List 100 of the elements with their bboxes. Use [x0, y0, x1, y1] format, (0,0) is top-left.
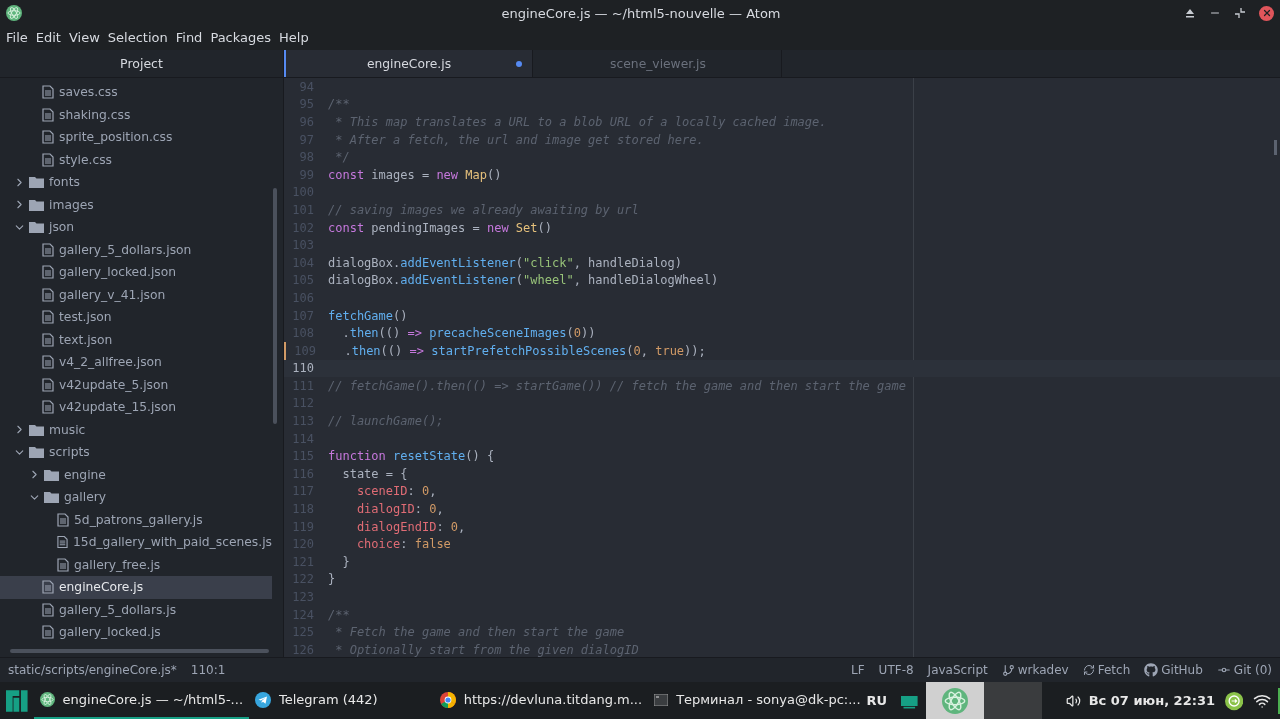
start-menu-logo-icon[interactable] — [6, 687, 28, 714]
atom-logo-icon — [6, 5, 22, 21]
file-name: gallery_5_dollars.json — [59, 242, 192, 257]
code-line: sceneID: 0, — [355, 484, 437, 499]
file-row[interactable]: test.json — [0, 306, 272, 329]
file-row[interactable]: saves.css — [0, 81, 272, 104]
menu-item[interactable]: File — [2, 29, 32, 47]
folder-name: scripts — [49, 445, 90, 460]
folder-icon — [29, 221, 44, 234]
file-icon — [42, 580, 54, 595]
file-name: test.json — [59, 310, 112, 325]
scrollbar-thumb[interactable] — [10, 649, 269, 653]
folder-name: music — [49, 422, 86, 437]
git-link[interactable]: Git (0) — [1233, 663, 1272, 677]
file-icon — [42, 400, 54, 415]
code-line: choice: false — [355, 537, 451, 552]
branch-name[interactable]: wrkadev — [1017, 663, 1069, 677]
encoding[interactable]: UTF-8 — [878, 663, 914, 677]
menu-item[interactable]: Packages — [206, 29, 276, 47]
eject-icon[interactable] — [1185, 8, 1195, 18]
file-name: v42update_5.json — [59, 377, 169, 392]
folder-row[interactable]: json — [0, 216, 272, 239]
folder-name: json — [49, 220, 75, 235]
cursor-position[interactable]: 110:1 — [190, 663, 226, 677]
folder-name: engine — [64, 467, 106, 482]
code-line: dialogBox.addEventListener("wheel", handleDialogWheel) — [328, 273, 719, 288]
file-row[interactable]: gallery_5_dollars.json — [0, 238, 272, 261]
code-line: /** — [328, 607, 350, 622]
task-button[interactable]: engineCore.js — ~/html5-... — [33, 682, 249, 719]
file-name: gallery_5_dollars.js — [59, 602, 177, 617]
file-name: gallery_v_41.json — [59, 287, 166, 302]
file-name: v42update_15.json — [59, 400, 177, 415]
file-row[interactable]: gallery_v_41.json — [0, 283, 272, 306]
file-row[interactable]: 5d_patrons_gallery.js — [0, 508, 272, 531]
paper-plane-icon — [255, 691, 271, 708]
line-number: 110 — [291, 361, 314, 376]
menu-item[interactable]: Selection — [103, 29, 172, 47]
code-line: state = { — [341, 466, 408, 481]
folder-row[interactable]: music — [0, 418, 272, 441]
file-row[interactable]: v42update_15.json — [0, 396, 272, 419]
line-ending[interactable]: LF — [851, 663, 865, 677]
workspace-thumbnail[interactable] — [925, 682, 984, 719]
code-line: * Fetch the game and then start the game — [334, 625, 625, 640]
update-icon[interactable] — [1225, 689, 1244, 712]
folder-row[interactable]: fonts — [0, 171, 272, 194]
code-line: // saving images we already awaiting by url — [328, 202, 639, 217]
file-name: saves.css — [59, 85, 118, 100]
menu-item[interactable]: Find — [171, 29, 207, 47]
grammar[interactable]: JavaScript — [927, 663, 988, 677]
file-name: shaking.css — [59, 107, 131, 122]
file-icon — [42, 85, 54, 100]
code-line: /** — [328, 97, 350, 112]
task-button[interactable]: Telegram (442) — [249, 682, 384, 719]
file-row[interactable]: gallery_locked.js — [0, 621, 272, 644]
code-line: .then(() => startPrefetchPossibleScenes(0, true)); — [343, 343, 706, 358]
file-row[interactable]: text.json — [0, 328, 272, 351]
file-path[interactable]: static/scripts/engineCore.js* — [8, 663, 177, 677]
github-link[interactable]: GitHub — [1161, 663, 1203, 677]
keyboard-layout[interactable]: RU — [866, 693, 888, 708]
file-row[interactable]: style.css — [0, 148, 272, 171]
clock[interactable]: Вс 07 июн, 22:31 — [1088, 693, 1215, 708]
file-icon — [42, 602, 54, 617]
code-line: // launchGame(); — [328, 414, 444, 429]
file-row[interactable]: engineCore.js — [0, 576, 272, 599]
folder-icon — [29, 198, 44, 211]
restore-icon[interactable] — [1235, 8, 1245, 18]
folder-row[interactable]: scripts — [0, 441, 272, 464]
file-row[interactable]: v4_2_allfree.json — [0, 351, 272, 374]
folder-row[interactable]: images — [0, 193, 272, 216]
code-line: } — [328, 572, 336, 587]
menu-item[interactable]: View — [64, 29, 104, 47]
file-row[interactable]: shaking.css — [0, 103, 272, 126]
editor-tab[interactable]: engineCore.js — [284, 50, 533, 77]
file-name: 15d_gallery_with_paid_scenes.js — [73, 535, 272, 550]
folder-icon — [29, 446, 44, 459]
menu-item[interactable]: Help — [275, 29, 313, 47]
folder-row[interactable]: gallery — [0, 486, 272, 509]
fetch-link[interactable]: Fetch — [1097, 663, 1131, 677]
file-name: 5d_patrons_gallery.js — [74, 512, 203, 527]
file-icon — [42, 625, 54, 640]
task-button[interactable]: https://devluna.titdang.m... — [433, 682, 649, 719]
file-row[interactable]: gallery_5_dollars.js — [0, 598, 272, 621]
close-button[interactable] — [1259, 5, 1274, 21]
workspace-thumbnail[interactable] — [983, 682, 1042, 719]
code-line: fetchGame() — [328, 308, 408, 323]
code-line: const pendingImages = new Set() — [328, 220, 552, 235]
file-row[interactable]: 15d_gallery_with_paid_scenes.js — [0, 531, 272, 554]
folder-row[interactable]: engine — [0, 463, 272, 486]
file-row[interactable]: v42update_5.json — [0, 373, 272, 396]
file-row[interactable]: sprite_position.css — [0, 126, 272, 149]
scrollbar-marker — [1274, 140, 1277, 155]
browser-icon — [439, 691, 456, 708]
file-row[interactable]: gallery_locked.json — [0, 261, 272, 284]
file-row[interactable]: gallery_free.js — [0, 553, 272, 576]
task-button[interactable]: Терминал - sonya@dk-pc:... — [648, 682, 867, 719]
file-icon — [42, 287, 54, 302]
menu-item[interactable]: Edit — [31, 29, 65, 47]
file-icon — [57, 557, 69, 572]
file-name: style.css — [59, 152, 112, 167]
scrollbar-thumb[interactable] — [273, 188, 277, 424]
